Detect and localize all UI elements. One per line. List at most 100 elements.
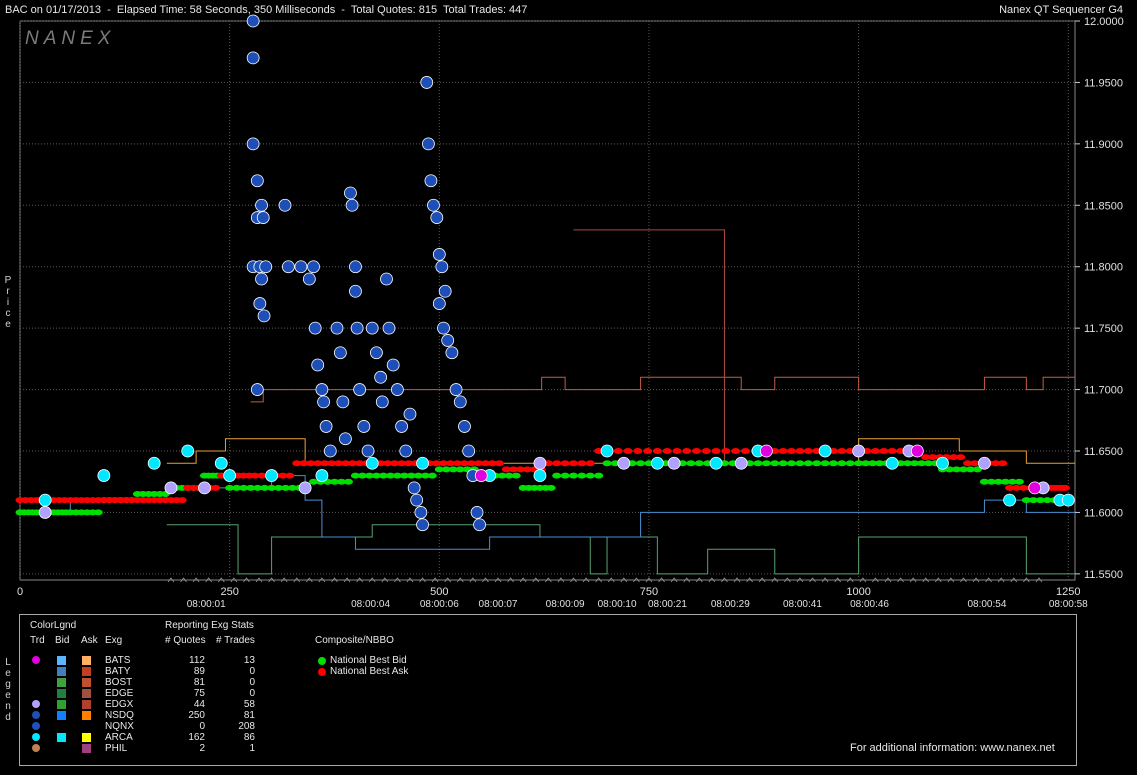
nbbo-ask-marker: [633, 448, 643, 454]
time-label: 08:00:21: [648, 599, 687, 610]
ask-color-swatch: [82, 678, 91, 687]
arca-trade-marker: [265, 469, 278, 482]
nbbo-ask-marker: [721, 448, 731, 454]
col-ask: Ask: [81, 635, 98, 646]
nbbo-ask-marker: [662, 448, 672, 454]
nbbo-bid-marker: [770, 460, 780, 467]
nsdq-trade-marker: [319, 420, 333, 433]
nsdq-trade-marker: [470, 506, 484, 519]
nbbo-ask-label: National Best Ask: [330, 666, 409, 677]
nsdq-trade-marker: [256, 211, 270, 224]
nbbo-bid-marker: [787, 460, 797, 467]
nbbo-bid-marker: [1014, 478, 1024, 485]
exchange-row-phil: PHIL 2 1: [20, 743, 320, 754]
exchange-trades: 0: [249, 688, 255, 699]
nbbo-bid-marker: [594, 472, 604, 479]
arca-trade-marker: [650, 456, 664, 470]
exchange-quotes: 112: [189, 655, 205, 666]
exchange-name: BATS: [105, 655, 131, 666]
nsdq-trade-marker: [473, 518, 486, 532]
nbbo-ask-marker: [691, 448, 701, 454]
nsdq-trade-marker: [458, 420, 471, 433]
price-axis-side-label: Price: [4, 275, 12, 330]
nbbo-bid-marker: [820, 460, 830, 467]
nsdq-trade-marker: [350, 321, 364, 335]
time-label: 08:00:04: [351, 599, 390, 610]
color-legend-title: ColorLgnd: [30, 620, 77, 631]
nsdq-trade-marker: [349, 284, 362, 298]
nsdq-trade-marker: [399, 444, 413, 458]
y-tick-label: 11.6000: [1084, 507, 1123, 519]
nsdq-trade-marker: [308, 321, 322, 335]
edgx-trade-marker: [978, 456, 991, 470]
nsdq-trade-marker: [294, 260, 308, 274]
nbbo-bid-marker: [511, 472, 521, 479]
trade-color-dot: [32, 722, 40, 730]
nsdq-trade-marker: [255, 198, 268, 212]
exchange-row-nsdq: NSDQ 250 81: [20, 710, 320, 721]
nsdq-trade-marker: [307, 260, 320, 274]
nbbo-ask-marker: [701, 448, 711, 454]
nbbo-ask-marker: [568, 460, 578, 467]
nsdq-trade-marker: [338, 432, 352, 446]
col-trades: # Trades: [216, 635, 255, 646]
ask-color-swatch: [82, 744, 91, 753]
nsdq-trade-marker: [370, 346, 383, 360]
nsdq-trade-marker: [333, 346, 347, 360]
time-label: 08:00:01: [187, 599, 226, 610]
nsdq-trade-marker: [246, 137, 260, 151]
nsdq-trade-marker: [386, 358, 400, 372]
y-tick-label: 11.9000: [1084, 139, 1123, 151]
nbbo-ask-marker: [682, 448, 692, 454]
exchange-row-arca: ARCA 162 86: [20, 732, 320, 743]
y-tick-label: 11.5500: [1084, 569, 1123, 581]
watermark: NANEX: [25, 28, 115, 49]
nbbo-ask-marker: [672, 448, 682, 454]
nbbo-ask-marker: [177, 497, 187, 504]
nsdq-trade-marker: [420, 76, 434, 89]
nbbo-ask-marker: [740, 448, 750, 454]
nbbo-ask-marker: [1060, 484, 1070, 491]
nbbo-ask-marker: [711, 448, 721, 454]
exchange-name: NQNX: [105, 721, 134, 732]
exchange-name: BOST: [105, 677, 133, 688]
price-chart[interactable]: NANEX 12.0000 11.9500 11.9000 11.8500 11.8000…: [0, 0, 1137, 612]
col-trd: Trd: [30, 635, 45, 646]
nsdq-trade-marker: [424, 174, 438, 188]
nsdq-trade-marker: [432, 297, 446, 310]
nbbo-bid-marker: [828, 460, 838, 467]
arca-trade-marker: [214, 456, 228, 470]
plot-area: [19, 20, 1076, 581]
exchange-trades: 1: [249, 743, 255, 754]
bid-color-swatch: [57, 678, 66, 687]
nbbo-bid-marker: [686, 460, 696, 467]
nsdq-trade-marker: [323, 444, 337, 458]
nsdq-trade-marker: [441, 334, 455, 347]
exchange-row-bost: BOST 81 0: [20, 677, 320, 688]
nsdq-trade-marker: [422, 137, 435, 151]
time-label: 08:00:29: [711, 599, 750, 610]
arca-trade-marker: [818, 444, 832, 458]
bats-trade-marker: [474, 469, 488, 482]
arca-trade-marker: [181, 444, 195, 458]
footer-link[interactable]: For additional information: www.nanex.ne…: [850, 742, 1055, 754]
bid-color-swatch: [57, 689, 66, 698]
nbbo-ask-marker: [585, 460, 595, 467]
nsdq-trade-marker: [344, 186, 357, 200]
nbbo-bid-marker: [427, 472, 437, 479]
nsdq-trade-marker: [380, 272, 393, 286]
arca-trade-marker: [1061, 493, 1075, 507]
arca-trade-marker: [709, 456, 723, 470]
exchange-trades: 13: [243, 655, 255, 666]
edgx-trade-marker: [533, 456, 547, 470]
nbbo-ask-marker: [623, 448, 633, 454]
exchange-quotes: 250: [188, 710, 205, 721]
nsdq-trade-marker: [336, 395, 350, 409]
nbbo-bid-marker: [343, 478, 353, 485]
nbbo-bid-marker: [552, 472, 562, 479]
exchange-quotes: 2: [199, 743, 205, 754]
exchange-trades: 86: [243, 732, 255, 743]
trade-color-dot: [32, 711, 40, 719]
arca-trade-marker: [315, 469, 329, 482]
x-tick-label: 500: [430, 586, 448, 598]
